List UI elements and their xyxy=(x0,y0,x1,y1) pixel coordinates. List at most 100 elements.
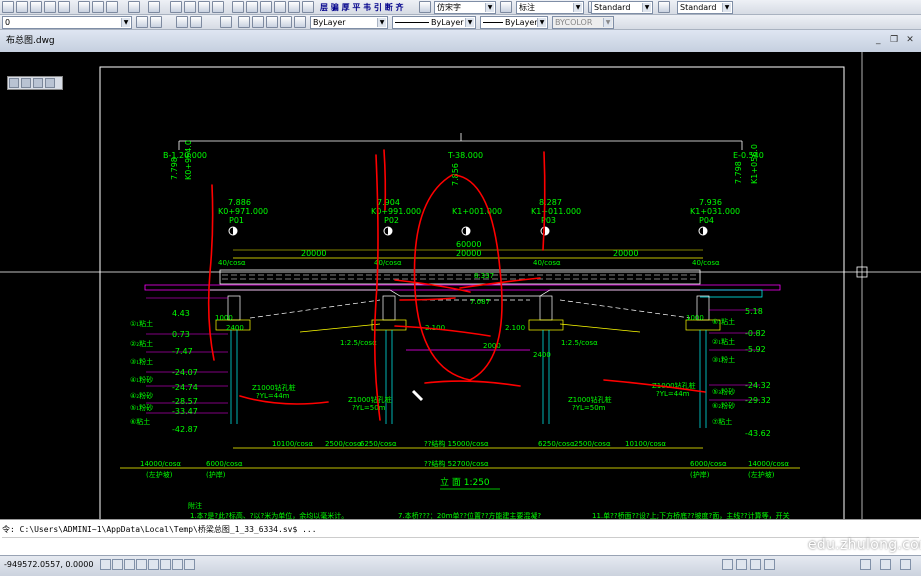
annotation-scale[interactable] xyxy=(860,559,871,570)
layer-off-icon[interactable] xyxy=(238,16,250,28)
table-style-select[interactable]: Standard ▼ xyxy=(591,1,653,14)
color-control-icon[interactable] xyxy=(190,16,202,28)
text-style-icon[interactable] xyxy=(419,1,431,13)
paste-icon[interactable] xyxy=(106,1,118,13)
left-elevations: 4.43 0.73 -7.47 -24.07 -24.74 -28.57 -33… xyxy=(172,309,198,434)
layer-isolate-icon[interactable] xyxy=(220,16,232,28)
pier-4-elev: 7.936 xyxy=(699,198,722,207)
layer-unlock-icon[interactable] xyxy=(280,16,292,28)
markup-stroke xyxy=(424,380,521,387)
minimize-icon[interactable]: _ xyxy=(873,35,883,45)
snap-toggle[interactable] xyxy=(100,559,111,570)
text-style-value: 仿宋字 xyxy=(437,3,461,12)
properties-icon[interactable] xyxy=(232,1,244,13)
otrack-toggle[interactable] xyxy=(160,559,171,570)
cut-icon[interactable] xyxy=(78,1,90,13)
notes-title: 附注 xyxy=(188,501,202,510)
cn-tools-strip[interactable]: 层 骗 厚 平 韦 引 断 齐 xyxy=(320,2,404,13)
multileader-style-icon[interactable] xyxy=(658,1,670,13)
layout-tab[interactable] xyxy=(736,559,747,570)
chevron-down-icon: ▼ xyxy=(722,3,731,12)
print-icon[interactable] xyxy=(44,1,56,13)
layer-tool-icon[interactable] xyxy=(9,78,19,88)
left-elev: -42.87 xyxy=(172,425,198,434)
pier-4-station: K1+031.000 xyxy=(690,207,740,216)
edit-tool-icon[interactable] xyxy=(45,78,55,88)
soil-layer: ②₁粘土 xyxy=(712,337,735,346)
pan-icon[interactable] xyxy=(170,1,182,13)
dim: 6250/cosα xyxy=(360,440,397,448)
chevron-down-icon: ▼ xyxy=(377,18,386,27)
lineweight-sample xyxy=(483,22,503,23)
undo-icon[interactable] xyxy=(128,1,140,13)
drawing-canvas[interactable]: B-1.20.000 K0+964.0 7.798 E-0.540 K1+056… xyxy=(0,52,921,519)
grid-toggle[interactable] xyxy=(112,559,123,570)
left-elev: 4.43 xyxy=(172,309,190,318)
dim-style-icon[interactable] xyxy=(500,1,512,13)
multileader-style-select[interactable]: Standard ▼ xyxy=(677,1,733,14)
object-tool-icon[interactable] xyxy=(33,78,43,88)
zoom-button[interactable] xyxy=(764,559,775,570)
layer-previous-icon[interactable] xyxy=(150,16,162,28)
standard-toolbar: 层 骗 厚 平 韦 引 断 齐 仿宋字 ▼ 标注 ▼ Standard ▼ Stand… xyxy=(0,0,921,15)
osnap-toggle[interactable] xyxy=(148,559,159,570)
dyn-toggle[interactable] xyxy=(184,559,195,570)
close-icon[interactable]: ✕ xyxy=(905,35,915,45)
lineweight-value: ByLayer xyxy=(505,18,538,27)
dim: 2500/cosα xyxy=(325,440,362,448)
slope-4: 40/cosα xyxy=(692,259,720,267)
ortho-toggle[interactable] xyxy=(124,559,135,570)
pier-columns xyxy=(215,295,721,331)
document-tab[interactable]: 布总图.dwg xyxy=(0,33,61,49)
soil-layer: ⑦粘土 xyxy=(712,417,732,426)
layer-manager-icon[interactable] xyxy=(136,16,148,28)
layer-lock-icon[interactable] xyxy=(266,16,278,28)
span-1: 20000 xyxy=(301,249,326,258)
lineweight-select[interactable]: ByLayer ▼ xyxy=(480,16,548,29)
layer-merge-icon[interactable] xyxy=(294,16,306,28)
dim-style-select[interactable]: 标注 ▼ xyxy=(516,1,584,14)
zoom-window-icon[interactable] xyxy=(198,1,210,13)
bridge-deck xyxy=(144,269,781,298)
dim-style-value: 标注 xyxy=(519,3,535,12)
zoom-previous-icon[interactable] xyxy=(212,1,224,13)
watermark: edu.zhulong.com xyxy=(808,537,921,553)
open-file-icon[interactable] xyxy=(16,1,28,13)
layer-freeze-icon[interactable] xyxy=(252,16,264,28)
restore-icon[interactable]: ❐ xyxy=(889,35,899,45)
text-style-select[interactable]: 仿宋字 ▼ xyxy=(434,1,496,14)
color-value: ByLayer xyxy=(313,18,346,27)
dim: 6000/cosα xyxy=(206,460,243,468)
command-input[interactable] xyxy=(2,537,919,550)
plot-style-select[interactable]: BYCOLOR ▼ xyxy=(552,16,614,29)
copy-icon[interactable] xyxy=(92,1,104,13)
markup-icon[interactable] xyxy=(288,1,300,13)
linetype-select[interactable]: ByLayer ▼ xyxy=(392,16,476,29)
new-file-icon[interactable] xyxy=(2,1,14,13)
pan-button[interactable] xyxy=(750,559,761,570)
model-tab[interactable] xyxy=(722,559,733,570)
left-elev: -7.47 xyxy=(172,347,193,356)
save-icon[interactable] xyxy=(30,1,42,13)
layer-select[interactable]: 0 ▼ xyxy=(2,16,132,29)
redo-icon[interactable] xyxy=(148,1,160,13)
annotation: 2000 xyxy=(483,342,501,350)
floating-toolbar xyxy=(7,76,63,90)
sheet-set-icon[interactable] xyxy=(274,1,286,13)
workspace-button[interactable] xyxy=(880,559,891,570)
annotation: 2.100 xyxy=(505,324,525,332)
annotation: 2400 xyxy=(226,324,244,332)
pier-1-elev: 7.886 xyxy=(228,198,251,207)
preview-icon[interactable] xyxy=(58,1,70,13)
soil-layer: ⑥₁粘土 xyxy=(712,317,735,326)
help-icon[interactable] xyxy=(302,1,314,13)
match-properties-icon[interactable] xyxy=(176,16,188,28)
design-center-icon[interactable] xyxy=(246,1,258,13)
tool-palette-icon[interactable] xyxy=(260,1,272,13)
clean-screen-button[interactable] xyxy=(900,559,911,570)
zoom-realtime-icon[interactable] xyxy=(184,1,196,13)
polar-toggle[interactable] xyxy=(136,559,147,570)
ducs-toggle[interactable] xyxy=(172,559,183,570)
properties-tool-icon[interactable] xyxy=(21,78,31,88)
color-select[interactable]: ByLayer ▼ xyxy=(310,16,388,29)
